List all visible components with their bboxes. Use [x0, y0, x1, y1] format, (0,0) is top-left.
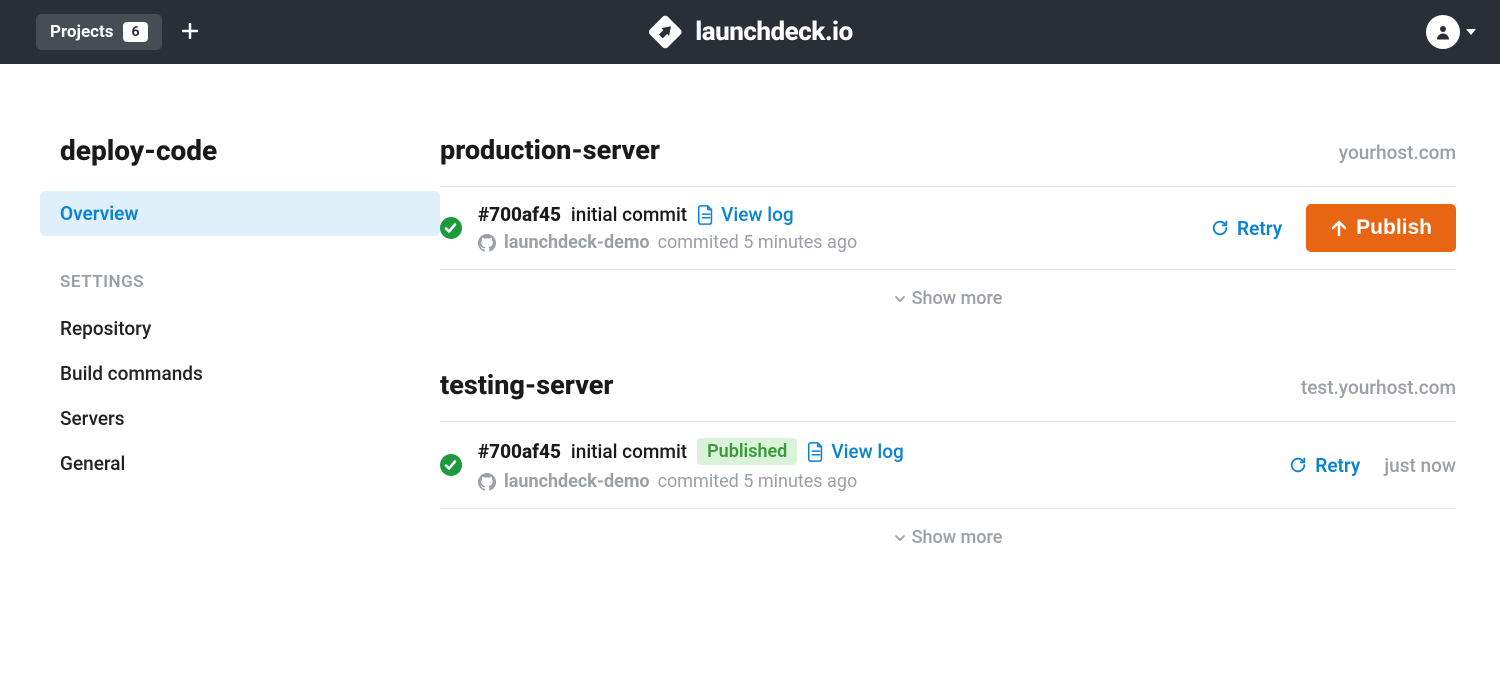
status-success-icon	[440, 217, 462, 239]
deployment-time: just now	[1384, 454, 1456, 477]
server-host: test.yourhost.com	[1301, 376, 1456, 399]
server-name: testing-server	[440, 369, 613, 401]
brand-logo[interactable]: launchdeck.io	[647, 14, 852, 50]
commit-message: initial commit	[571, 440, 687, 463]
chevron-down-icon	[894, 293, 906, 305]
server-header: production-server yourhost.com	[440, 134, 1456, 187]
plus-icon	[182, 23, 198, 39]
show-more-label: Show more	[912, 288, 1003, 309]
sidebar: deploy-code Overview SETTINGS Repository…	[40, 134, 440, 608]
server-section-testing: testing-server test.yourhost.com #700af4…	[440, 369, 1456, 548]
user-icon	[1434, 23, 1452, 41]
topbar-left: Projects 6	[36, 14, 198, 50]
published-badge: Published	[697, 438, 797, 465]
publish-label: Publish	[1356, 216, 1432, 240]
view-log-label: View log	[721, 203, 794, 226]
retry-label: Retry	[1315, 454, 1360, 477]
refresh-icon	[1211, 219, 1229, 237]
repo-name: launchdeck-demo	[504, 232, 650, 253]
sidebar-item-general[interactable]: General	[40, 441, 440, 486]
add-project-button[interactable]	[182, 22, 198, 42]
retry-button[interactable]: Retry	[1289, 454, 1360, 477]
sidebar-item-build-commands[interactable]: Build commands	[40, 351, 440, 396]
commit-message: initial commit	[571, 203, 687, 226]
sidebar-settings-label: SETTINGS	[40, 236, 440, 306]
show-more-button[interactable]: Show more	[440, 509, 1456, 548]
avatar	[1426, 15, 1460, 49]
server-header: testing-server test.yourhost.com	[440, 369, 1456, 422]
publish-button[interactable]: Publish	[1306, 204, 1456, 252]
view-log-label: View log	[831, 440, 904, 463]
arrow-up-icon	[1330, 219, 1348, 237]
retry-label: Retry	[1237, 217, 1282, 240]
chevron-down-icon	[894, 532, 906, 544]
deployment-info: #700af45 initial commit Published View l…	[478, 438, 1273, 492]
view-log-link[interactable]: View log	[807, 440, 904, 463]
sidebar-item-overview[interactable]: Overview	[40, 191, 440, 236]
page-body: deploy-code Overview SETTINGS Repository…	[0, 64, 1500, 608]
github-icon	[478, 234, 496, 252]
document-icon	[697, 205, 715, 225]
launchdeck-icon	[647, 14, 683, 50]
projects-count-badge: 6	[123, 22, 147, 42]
deployment-meta-line: launchdeck-demo commited 5 minutes ago	[478, 471, 1273, 492]
server-name: production-server	[440, 134, 660, 166]
deployment-row: #700af45 initial commit View log launchd…	[440, 187, 1456, 270]
project-title: deploy-code	[40, 134, 440, 191]
server-section-production: production-server yourhost.com #700af45 …	[440, 134, 1456, 309]
deployment-row: #700af45 initial commit Published View l…	[440, 422, 1456, 509]
show-more-label: Show more	[912, 527, 1003, 548]
projects-dropdown[interactable]: Projects 6	[36, 14, 162, 50]
server-host: yourhost.com	[1339, 141, 1456, 164]
refresh-icon	[1289, 456, 1307, 474]
retry-button[interactable]: Retry	[1211, 217, 1282, 240]
commit-hash: #700af45	[478, 440, 561, 463]
topbar: Projects 6 launchdeck.io	[0, 0, 1500, 64]
brand-name: launchdeck.io	[695, 17, 852, 47]
deployment-meta-line: launchdeck-demo commited 5 minutes ago	[478, 232, 1195, 253]
deployment-actions: Retry Publish	[1211, 204, 1456, 252]
deployment-actions: Retry just now	[1289, 454, 1456, 477]
sidebar-item-servers[interactable]: Servers	[40, 396, 440, 441]
document-icon	[807, 442, 825, 462]
main-content: production-server yourhost.com #700af45 …	[440, 134, 1460, 608]
github-icon	[478, 473, 496, 491]
chevron-down-icon	[1466, 29, 1476, 35]
commit-hash: #700af45	[478, 203, 561, 226]
sidebar-item-repository[interactable]: Repository	[40, 306, 440, 351]
status-success-icon	[440, 454, 462, 476]
repo-name: launchdeck-demo	[504, 471, 650, 492]
commit-meta: commited 5 minutes ago	[658, 232, 858, 253]
deployment-info: #700af45 initial commit View log launchd…	[478, 203, 1195, 253]
deployment-title-line: #700af45 initial commit Published View l…	[478, 438, 1273, 465]
deployment-title-line: #700af45 initial commit View log	[478, 203, 1195, 226]
commit-meta: commited 5 minutes ago	[658, 471, 858, 492]
view-log-link[interactable]: View log	[697, 203, 794, 226]
show-more-button[interactable]: Show more	[440, 270, 1456, 309]
projects-label: Projects	[50, 22, 113, 42]
user-menu[interactable]	[1426, 15, 1476, 49]
